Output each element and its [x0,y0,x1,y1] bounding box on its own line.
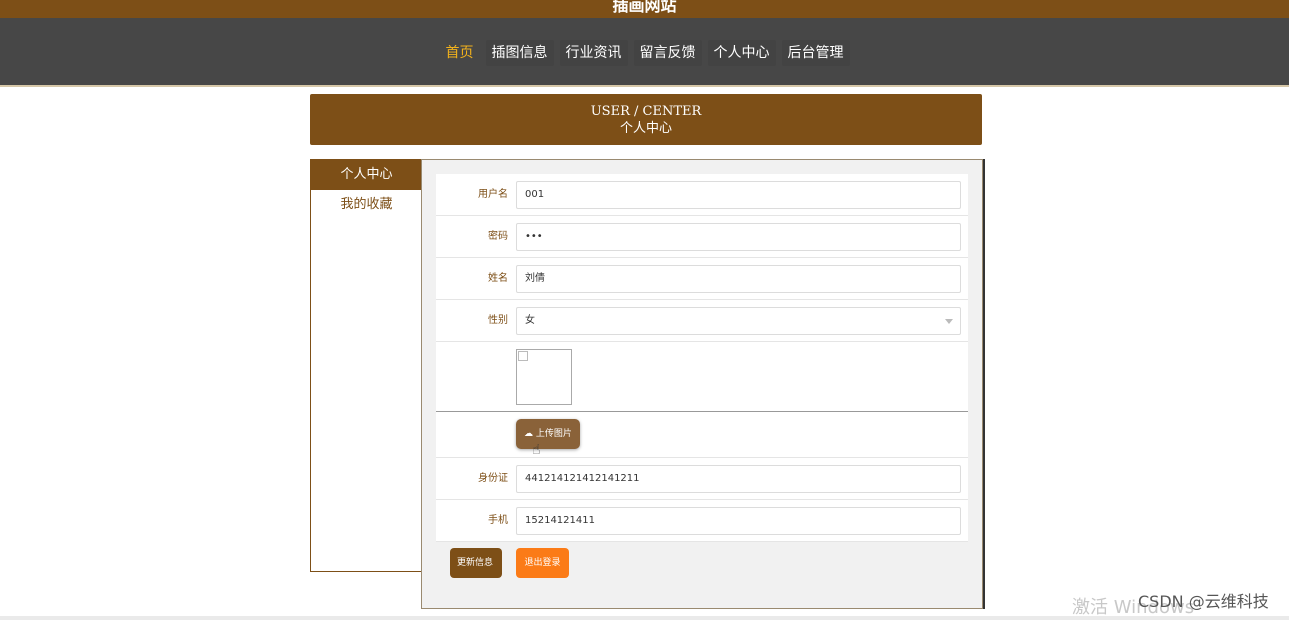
nav-feedback[interactable]: 留言反馈 [633,40,702,66]
password-label: 密码 [488,231,508,242]
username-label: 用户名 [478,189,508,200]
idcard-input[interactable]: 441214121412141211 [516,465,961,493]
logout-button[interactable]: 退出登录 [516,548,569,578]
site-title: 插画网站 [612,0,677,15]
username-input[interactable]: 001 [516,181,961,209]
update-info-button[interactable]: 更新信息 [450,548,502,578]
idcard-label: 身份证 [478,473,508,484]
upload-label: 上传图片 [535,429,572,439]
phone-input[interactable]: 15214121411 [516,507,961,535]
nav-illustrations[interactable]: 插图信息 [485,40,554,66]
name-label: 姓名 [488,273,508,284]
csdn-credit: CSDN @云维科技 [1138,592,1269,611]
avatar-image [516,349,572,405]
bottom-divider [0,616,1289,620]
password-input[interactable]: ••• [516,223,961,251]
sidebar: 个人中心 我的收藏 [310,159,422,572]
cloud-upload-icon: ☁ [524,429,534,439]
hand-cursor-icon: ☝ [532,442,541,458]
phone-label: 手机 [488,515,508,526]
nav-user-center[interactable]: 个人中心 [707,40,776,66]
gender-value: 女 [525,315,535,326]
form-row-upload: ☁ 上传图片 ☝ [436,412,968,458]
form-row-avatar [436,342,968,412]
upload-image-button[interactable]: ☁ 上传图片 [516,419,580,449]
form-row-name: 姓名 刘倩 [436,258,968,300]
profile-form: 用户名 001 密码 ••• 姓名 刘倩 性别 女 ☁ 上传图片 ☝ 身份证 4… [436,174,968,542]
form-row-username: 用户名 001 [436,174,968,216]
banner-title-en: USER / CENTER [590,104,702,119]
gender-select[interactable]: 女 [516,307,961,335]
navbar: 首页 插图信息 行业资讯 留言反馈 个人中心 后台管理 [0,18,1289,87]
form-row-gender: 性别 女 [436,300,968,342]
broken-image-icon [518,351,528,361]
form-row-password: 密码 ••• [436,216,968,258]
gender-label: 性别 [488,315,508,326]
nav-industry-news[interactable]: 行业资讯 [559,40,628,66]
banner-title-cn: 个人中心 [619,121,672,136]
form-row-idcard: 身份证 441214121412141211 [436,458,968,500]
form-actions: 更新信息 退出登录 [450,548,569,578]
sidebar-item-user-center[interactable]: 个人中心 [311,160,422,190]
sidebar-item-favorites[interactable]: 我的收藏 [311,190,422,220]
main-nav: 首页 插图信息 行业资讯 留言反馈 个人中心 后台管理 [0,40,1289,66]
nav-admin[interactable]: 后台管理 [781,40,850,66]
page-banner: USER / CENTER 个人中心 [310,94,982,145]
name-input[interactable]: 刘倩 [516,265,961,293]
user-center-panel: 用户名 001 密码 ••• 姓名 刘倩 性别 女 ☁ 上传图片 ☝ 身份证 4… [421,159,983,609]
form-row-phone: 手机 15214121411 [436,500,968,542]
nav-home[interactable]: 首页 [440,40,480,66]
